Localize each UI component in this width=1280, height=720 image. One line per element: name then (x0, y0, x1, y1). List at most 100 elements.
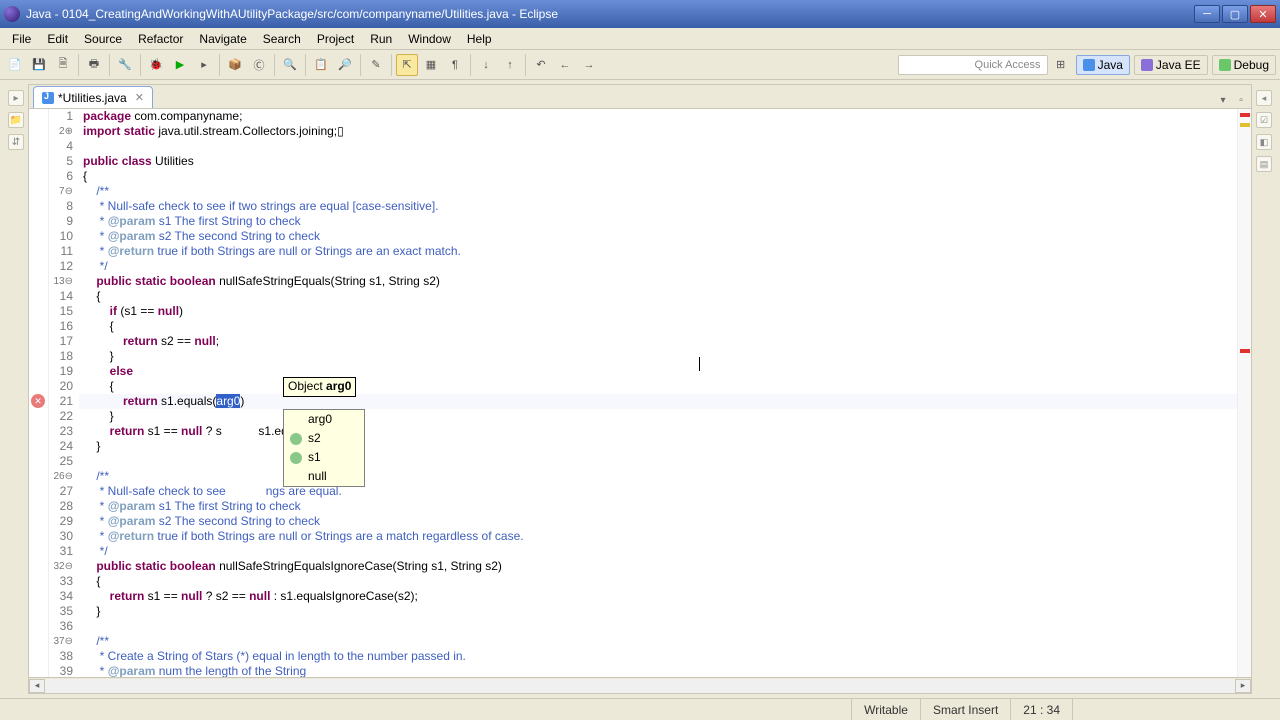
autocomplete-item-s1[interactable]: s1 (284, 448, 364, 467)
scroll-right-button[interactable]: ▸ (1235, 679, 1251, 693)
scroll-track[interactable] (45, 679, 1235, 693)
toolbar-separator (470, 54, 471, 76)
toolbar-separator (360, 54, 361, 76)
window-title: Java - 0104_CreatingAndWorkingWithAUtili… (26, 7, 1192, 21)
forward-button[interactable]: → (578, 54, 600, 76)
minimize-editor-icon[interactable]: ▾ (1215, 92, 1231, 108)
new-class-button[interactable]: Ⓒ (248, 54, 270, 76)
build-button[interactable]: 🔧 (114, 54, 136, 76)
debug-button[interactable]: 🐞 (145, 54, 167, 76)
save-button[interactable]: 💾 (28, 54, 50, 76)
menu-file[interactable]: File (4, 30, 39, 48)
toggle-block-button[interactable]: ▦ (420, 54, 442, 76)
menu-edit[interactable]: Edit (39, 30, 76, 48)
outline-icon[interactable]: ◧ (1256, 134, 1272, 150)
toolbar-separator (109, 54, 110, 76)
maximize-button[interactable]: ▢ (1222, 5, 1248, 23)
toolbar-separator (219, 54, 220, 76)
right-trim-stack: ◂ ☑ ◧ ▤ (1252, 84, 1276, 694)
scroll-left-button[interactable]: ◂ (29, 679, 45, 693)
code-text[interactable]: package com.companyname;import static ja… (79, 109, 1237, 677)
perspective-java-ee[interactable]: Java EE (1134, 55, 1208, 75)
autocomplete-item-s2[interactable]: s2 (284, 429, 364, 448)
run-button[interactable]: ▶ (169, 54, 191, 76)
overview-error-mark[interactable] (1240, 349, 1250, 353)
editor-tabbar: *Utilities.java ✕ ▾ ▫ (29, 85, 1251, 109)
menu-refactor[interactable]: Refactor (130, 30, 191, 48)
maximize-editor-icon[interactable]: ▫ (1233, 92, 1249, 108)
show-whitespace-button[interactable]: ¶ (444, 54, 466, 76)
parameter-hint-popup: Object arg0 (283, 377, 356, 397)
run-last-button[interactable]: ▸ (193, 54, 215, 76)
local-var-icon (290, 433, 302, 445)
horizontal-scrollbar[interactable]: ◂ ▸ (29, 677, 1251, 693)
statusbar: Writable Smart Insert 21 : 34 (0, 698, 1280, 720)
toolbar-separator (78, 54, 79, 76)
menu-window[interactable]: Window (400, 30, 459, 48)
open-type-button[interactable]: 🔍 (279, 54, 301, 76)
line-numbers: 12⊕4567⊖8910111213⊖141516171819202122232… (49, 109, 79, 677)
left-trim-stack: ▸ 📁 ⇵ (4, 84, 28, 694)
local-var-icon (290, 452, 302, 464)
close-button[interactable]: ✕ (1250, 5, 1276, 23)
type-hierarchy-icon[interactable]: ⇵ (8, 134, 24, 150)
toolbar-separator (305, 54, 306, 76)
code-editor[interactable]: ✕ 12⊕4567⊖8910111213⊖1415161718192021222… (29, 109, 1251, 677)
restore-view-icon[interactable]: ▸ (8, 90, 24, 106)
new-button[interactable]: 📄 (4, 54, 26, 76)
toolbar-separator (274, 54, 275, 76)
perspective-java[interactable]: Java (1076, 55, 1130, 75)
toolbar-separator (140, 54, 141, 76)
autocomplete-popup[interactable]: arg0 s2 s1 null (283, 409, 365, 487)
autocomplete-item-null[interactable]: null (284, 467, 364, 486)
search-button[interactable]: 🔎 (334, 54, 356, 76)
package-explorer-icon[interactable]: 📁 (8, 112, 24, 128)
print-button[interactable]: 🖶 (83, 54, 105, 76)
prev-annotation-button[interactable]: ↑ (499, 54, 521, 76)
editor-tab-utilities[interactable]: *Utilities.java ✕ (33, 86, 153, 108)
editor-container: *Utilities.java ✕ ▾ ▫ ✕ 12⊕4567⊖89101112… (28, 84, 1252, 694)
open-perspective-button[interactable]: ⊞ (1050, 54, 1072, 76)
menu-help[interactable]: Help (459, 30, 500, 48)
autocomplete-item-arg0[interactable]: arg0 (284, 410, 364, 429)
menu-search[interactable]: Search (255, 30, 309, 48)
back-button[interactable]: ← (554, 54, 576, 76)
overview-ruler[interactable] (1237, 109, 1251, 677)
open-task-button[interactable]: 📋 (310, 54, 332, 76)
save-all-button[interactable]: 🗎 (52, 54, 74, 76)
next-annotation-button[interactable]: ↓ (475, 54, 497, 76)
toolbar: 📄 💾 🗎 🖶 🔧 🐞 ▶ ▸ 📦 Ⓒ 🔍 📋 🔎 ✎ ⇱ ▦ ¶ ↓ ↑ ↶ … (0, 50, 1280, 80)
menu-project[interactable]: Project (309, 30, 362, 48)
restore-view-icon[interactable]: ◂ (1256, 90, 1272, 106)
status-insert-mode: Smart Insert (920, 699, 1010, 720)
toggle-mark-button[interactable]: ✎ (365, 54, 387, 76)
close-tab-icon[interactable]: ✕ (135, 91, 144, 104)
last-edit-button[interactable]: ↶ (530, 54, 552, 76)
error-ruler: ✕ (29, 109, 49, 677)
status-empty (1072, 699, 1272, 720)
toolbar-separator (525, 54, 526, 76)
new-package-button[interactable]: 📦 (224, 54, 246, 76)
main-area: ▸ 📁 ⇵ *Utilities.java ✕ ▾ ▫ ✕ 12⊕4567⊖89… (0, 80, 1280, 698)
quick-access-input[interactable]: Quick Access (898, 55, 1048, 75)
error-marker-icon[interactable]: ✕ (31, 394, 45, 408)
param-hint-name: arg0 (326, 379, 351, 393)
status-cursor-position: 21 : 34 (1010, 699, 1072, 720)
perspective-debug[interactable]: Debug (1212, 55, 1276, 75)
overview-error-mark[interactable] (1240, 113, 1250, 117)
text-caret (699, 357, 700, 371)
menu-source[interactable]: Source (76, 30, 130, 48)
task-list-icon[interactable]: ☑ (1256, 112, 1272, 128)
local-var-icon (290, 414, 302, 426)
menubar: File Edit Source Refactor Navigate Searc… (0, 28, 1280, 50)
toggle-breadcrumb-button[interactable]: ⇱ (396, 54, 418, 76)
minimize-button[interactable]: ─ (1194, 5, 1220, 23)
status-writable: Writable (851, 699, 920, 720)
menu-run[interactable]: Run (362, 30, 400, 48)
editor-tab-label: *Utilities.java (58, 91, 127, 105)
toolbar-separator (391, 54, 392, 76)
overview-warn-mark[interactable] (1240, 123, 1250, 127)
java-file-icon (42, 92, 54, 104)
outline-detail-icon[interactable]: ▤ (1256, 156, 1272, 172)
menu-navigate[interactable]: Navigate (191, 30, 254, 48)
